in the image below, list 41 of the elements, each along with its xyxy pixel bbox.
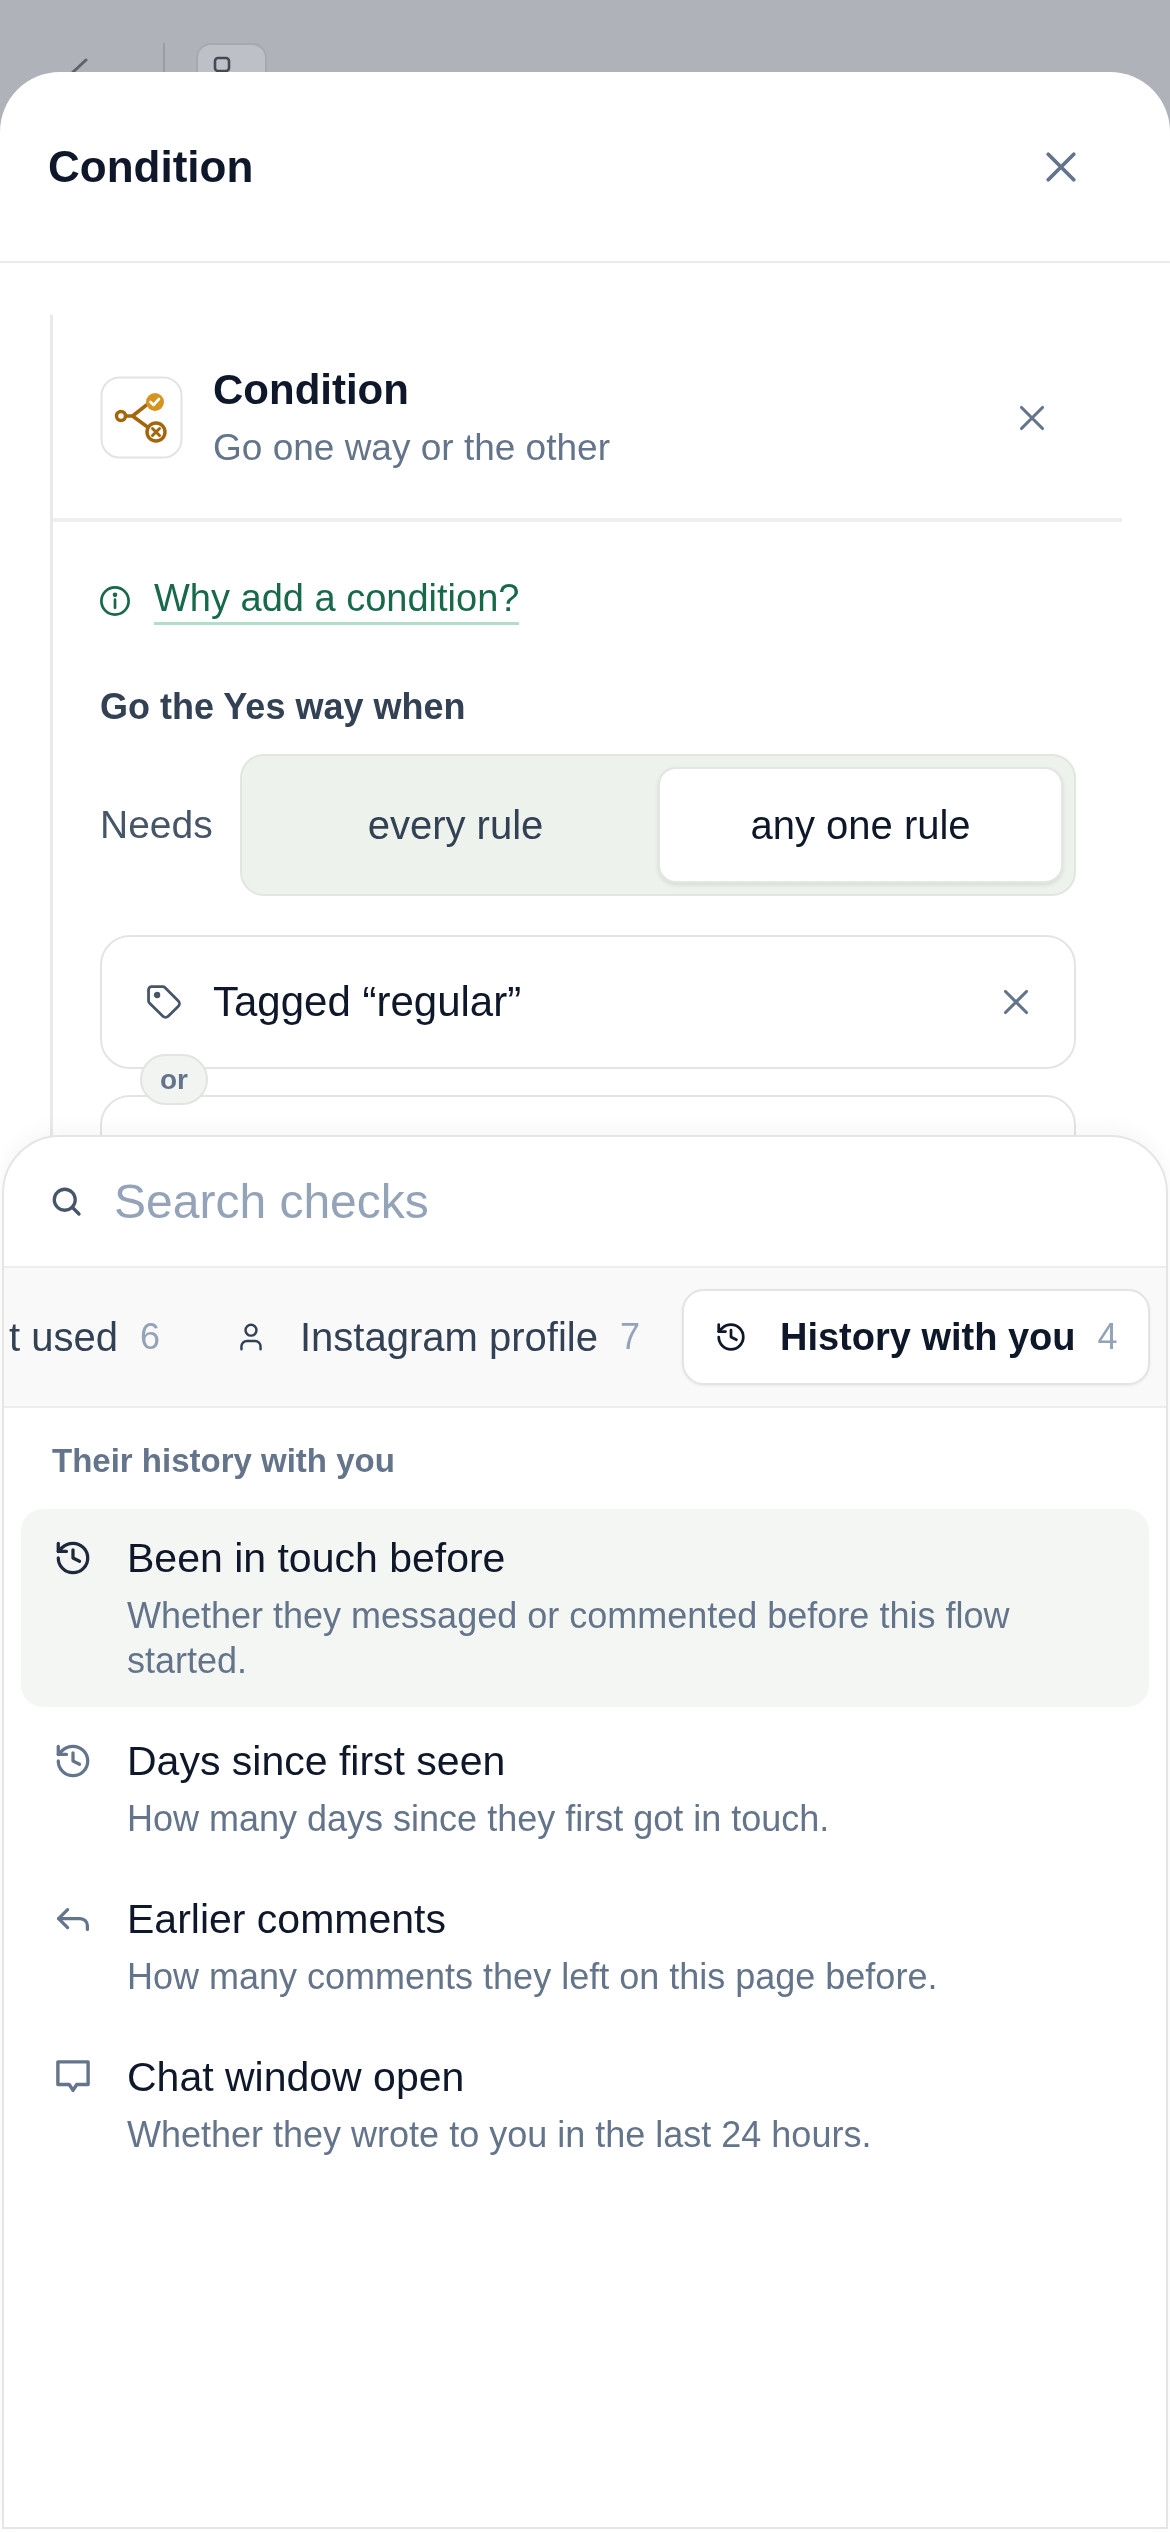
option-title: Days since first seen <box>127 1737 506 1786</box>
group-heading: Their history with you <box>52 1441 395 1481</box>
branch-icon <box>100 376 183 459</box>
category-tab[interactable]: t used 6 <box>4 1289 192 1385</box>
history-icon <box>55 1540 91 1576</box>
option-description: Whether they messaged or commented before this flow started. <box>127 1594 1011 1683</box>
chat-bubble-icon <box>56 2060 90 2094</box>
option-title: Been in touch before <box>127 1534 506 1583</box>
remove-rule-button[interactable] <box>1002 988 1030 1016</box>
close-button[interactable] <box>1044 149 1078 184</box>
search-icon <box>52 1186 82 1217</box>
close-icon <box>1018 403 1046 432</box>
option-description: Whether they wrote to you in the last 24 hours. <box>127 2113 872 2157</box>
search-field[interactable]: Search checks <box>114 1171 714 1232</box>
rule-label: Tagged “regular” <box>213 977 522 1027</box>
match-option[interactable]: any one rule <box>658 767 1063 883</box>
close-icon <box>1002 988 1030 1016</box>
option-title: Earlier comments <box>127 1895 446 1944</box>
help-link[interactable]: Why add a condition? <box>154 576 520 625</box>
tag-icon <box>147 985 181 1019</box>
needs-label: Needs <box>100 802 214 848</box>
option-description: How many days since they first got in touch. <box>127 1797 830 1841</box>
close-icon <box>1044 149 1078 184</box>
category-tab[interactable]: Instagram profile 7 <box>202 1289 672 1385</box>
history-icon <box>715 1322 746 1352</box>
history-icon <box>55 1743 91 1779</box>
node-title: Condition <box>213 367 409 413</box>
match-option[interactable]: every rule <box>253 767 658 883</box>
check-option[interactable]: Been in touch before Whether they messaged or commented before this flow started. <box>21 1509 1149 1707</box>
category-tab[interactable]: History with you 4 <box>681 1289 1150 1385</box>
joiner-badge: or <box>140 1054 208 1105</box>
section-heading: Go the Yes way when <box>100 685 466 729</box>
chevron-icon <box>70 58 88 72</box>
info-icon <box>100 585 130 616</box>
option-description: How many comments they left on this page before. <box>127 1955 938 1999</box>
node-subtitle: Go one way or the other <box>213 428 610 468</box>
sheet-title: Condition <box>48 140 254 193</box>
remove-node-button[interactable] <box>1018 403 1046 432</box>
reply-arrow-icon <box>55 1906 91 1933</box>
app-tile-icon <box>196 43 267 72</box>
option-title: Chat window open <box>127 2053 465 2102</box>
